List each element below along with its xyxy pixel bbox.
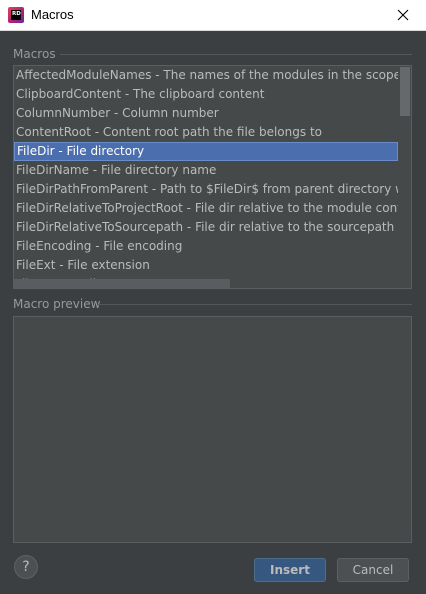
cancel-button[interactable]: Cancel — [337, 558, 409, 582]
macro-list-item[interactable]: AffectedModuleNames - The names of the m… — [14, 66, 398, 85]
macro-list-item[interactable]: FileEncoding - File encoding — [14, 237, 398, 256]
macros-section-divider — [60, 54, 412, 55]
macro-list-item[interactable]: ColumnNumber - Column number — [14, 104, 398, 123]
title-bar: RD Macros — [0, 0, 426, 31]
insert-button[interactable]: Insert — [254, 558, 326, 582]
cancel-button-label: Cancel — [352, 563, 394, 577]
close-button[interactable] — [380, 0, 426, 30]
macro-list-item[interactable]: FileDirName - File directory name — [14, 161, 398, 180]
macro-preview-area — [13, 316, 412, 543]
help-icon: ? — [22, 559, 30, 575]
macro-list-item[interactable]: ClipboardContent - The clipboard content — [14, 85, 398, 104]
app-icon-text: RD — [11, 10, 21, 20]
macro-list-item[interactable]: FileExt - File extension — [14, 256, 398, 275]
preview-section-divider — [97, 304, 412, 305]
macro-list-item[interactable]: FileDir - File directory — [14, 142, 398, 161]
horizontal-scrollbar-thumb[interactable] — [14, 279, 230, 288]
preview-section-label: Macro preview — [13, 297, 101, 311]
macro-list-item[interactable]: FileDirRelativeToProjectRoot - File dir … — [14, 199, 398, 218]
macro-list[interactable]: AffectedModuleNames - The names of the m… — [13, 65, 412, 289]
macro-list-item[interactable]: ContentRoot - Content root path the file… — [14, 123, 398, 142]
macro-list-item[interactable]: FileDirRelativeToSourcepath - File dir r… — [14, 218, 398, 237]
help-button[interactable]: ? — [14, 555, 38, 579]
close-icon — [397, 9, 409, 21]
rider-app-icon: RD — [8, 7, 24, 23]
window-title: Macros — [31, 7, 74, 22]
vertical-scrollbar-thumb[interactable] — [400, 67, 410, 116]
macros-section-label: Macros — [13, 47, 56, 61]
macro-items-container: AffectedModuleNames - The names of the m… — [14, 66, 411, 288]
macro-list-item[interactable]: FileDirPathFromParent - Path to $FileDir… — [14, 180, 398, 199]
insert-button-label: Insert — [270, 563, 310, 577]
